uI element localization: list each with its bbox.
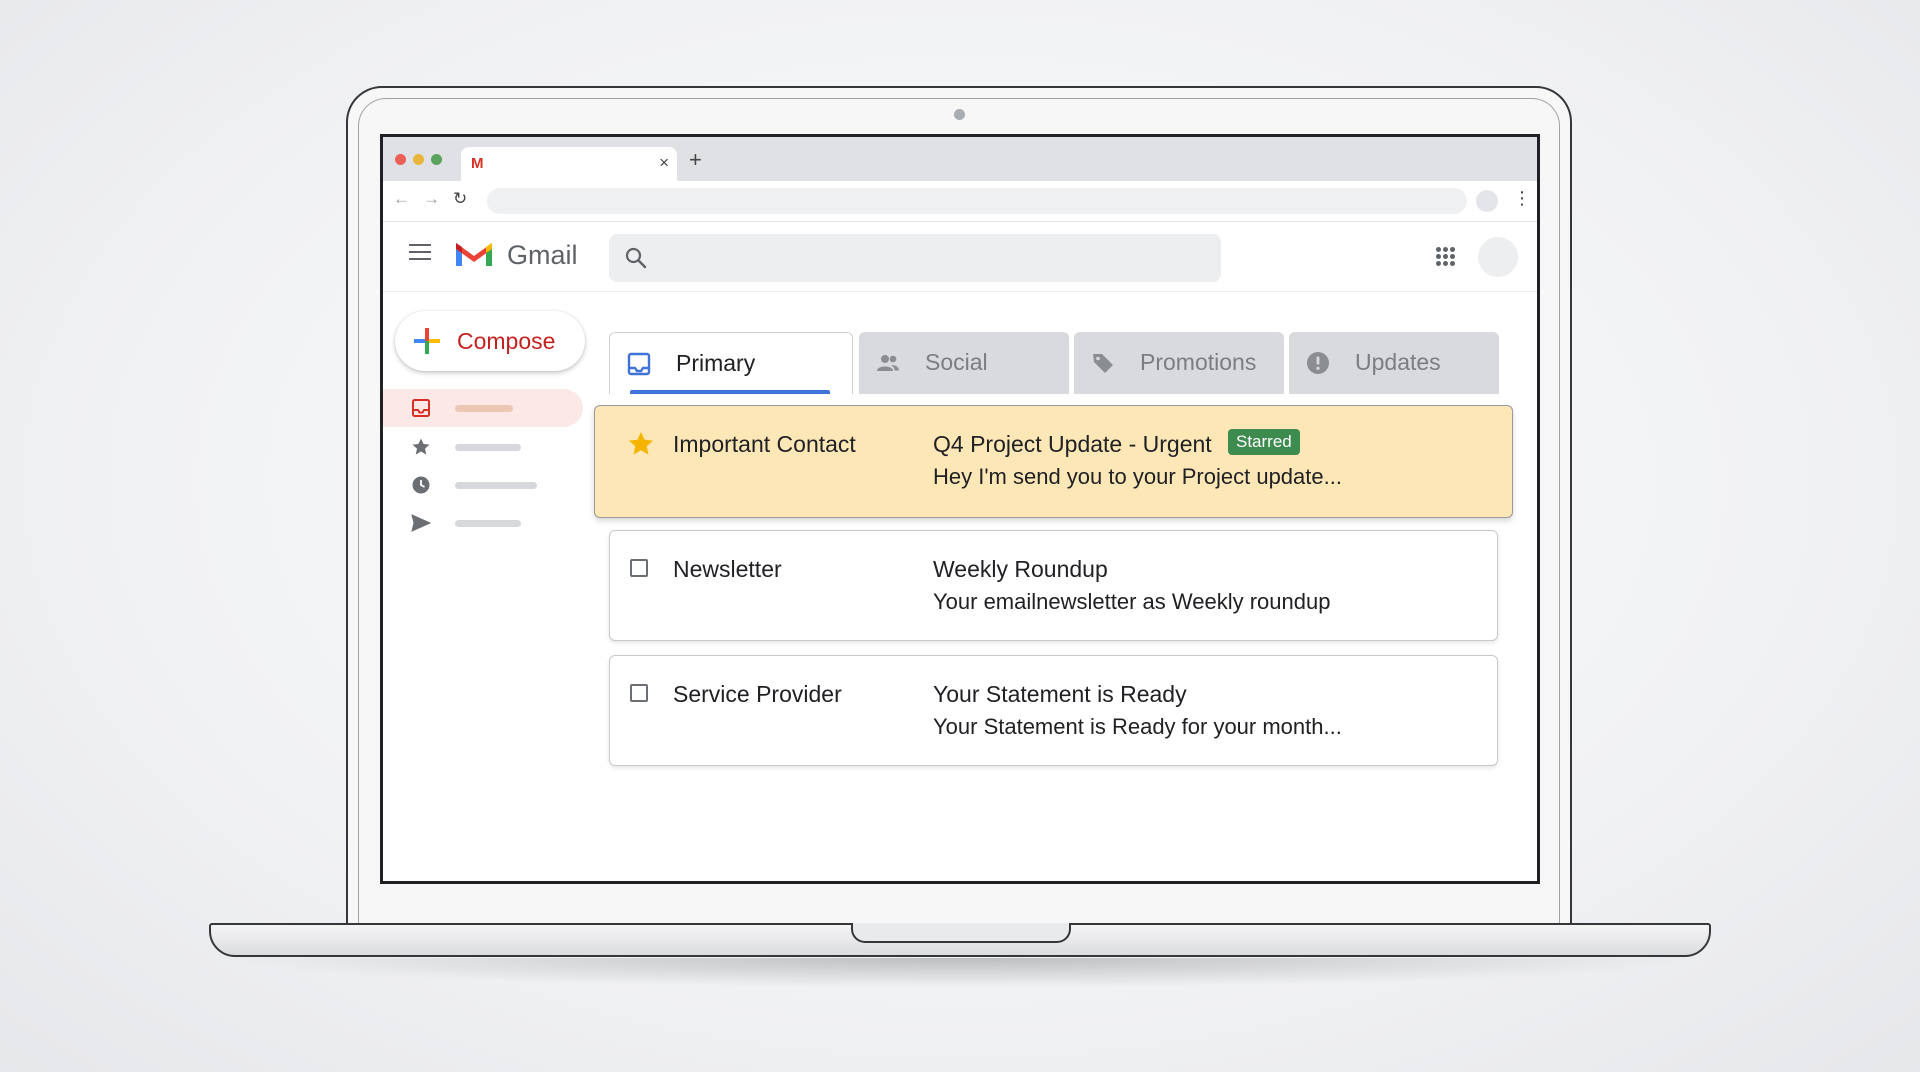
main-menu-icon[interactable] [409,244,431,262]
forward-arrow-icon[interactable]: → [423,189,440,209]
sidebar-item-inbox[interactable] [383,389,583,427]
star-icon[interactable] [627,430,655,458]
laptop-shadow [220,958,1700,988]
inbox-icon [412,399,430,417]
gmail-favicon-icon: M [471,155,484,172]
compose-label: Compose [457,328,556,354]
browser-tab[interactable]: M × [461,147,677,181]
select-checkbox[interactable] [630,684,648,702]
tab-promotions[interactable]: Promotions [1074,332,1284,394]
send-icon [411,514,431,532]
gmail-wordmark: Gmail [507,240,578,270]
sidebar-label-placeholder [455,482,537,489]
info-icon [1307,352,1329,374]
email-subject: Q4 Project Update - Urgent [933,431,1212,457]
tab-updates[interactable]: Updates [1289,332,1499,394]
starred-badge: Starred [1228,429,1300,455]
email-snippet: Your Statement is Ready for your month..… [933,714,1342,739]
sidebar-item-snoozed[interactable] [383,466,583,504]
email-sender: Important Contact [673,431,856,457]
active-tab-indicator [630,390,830,394]
email-row[interactable]: Newsletter Weekly Roundup Your emailnews… [609,530,1498,641]
tag-icon [1093,354,1113,373]
email-sender: Newsletter [673,556,782,582]
tab-primary[interactable]: Primary [609,332,853,394]
new-tab-icon[interactable]: + [689,147,702,173]
browser-menu-icon[interactable]: ⋮ [1513,188,1531,209]
laptop-screen: M × + ← → ↻ ⋮ Gmail Compose Primary Soci… [380,134,1540,884]
window-maximize-dot[interactable] [431,154,442,165]
select-checkbox[interactable] [630,559,648,577]
inbox-icon [627,352,651,376]
webcam [954,109,965,120]
laptop-notch [851,923,1071,943]
gmail-logo-icon [456,243,492,266]
email-sender: Service Provider [673,681,842,707]
email-subject: Weekly Roundup [933,556,1108,582]
email-snippet: Your emailnewsletter as Weekly roundup [933,589,1331,614]
email-subject: Your Statement is Ready [933,681,1187,707]
window-close-dot[interactable] [395,154,406,165]
gmail-header: Gmail [383,222,1537,292]
tab-social-label: Social [925,349,988,375]
apps-grid-icon[interactable] [1436,247,1456,267]
email-snippet: Hey I'm send you to your Project update.… [933,464,1342,489]
mail-search-bar[interactable] [609,234,1221,282]
tab-primary-label: Primary [676,350,756,376]
laptop-base [209,923,1711,957]
plus-icon [414,328,440,354]
sidebar-item-sent[interactable] [383,504,583,542]
browser-toolbar: ← → ↻ ⋮ [383,181,1537,222]
browser-profile-icon[interactable] [1476,190,1498,212]
email-row-starred[interactable]: Important Contact Q4 Project Update - Ur… [594,405,1513,518]
tab-close-icon[interactable]: × [659,153,669,173]
compose-button[interactable]: Compose [395,311,585,371]
tab-updates-label: Updates [1355,349,1441,375]
browser-tab-strip: M × + [383,137,1537,181]
email-row[interactable]: Service Provider Your Statement is Ready… [609,655,1498,766]
star-icon [412,438,430,455]
sidebar-label-placeholder [455,444,521,451]
tab-promotions-label: Promotions [1140,349,1257,375]
back-arrow-icon[interactable]: ← [393,189,410,209]
sidebar-item-starred[interactable] [383,428,583,466]
account-avatar[interactable] [1478,237,1518,277]
sidebar-label-placeholder [455,520,521,527]
search-icon[interactable] [623,245,649,271]
address-bar[interactable] [487,188,1467,214]
reload-icon[interactable]: ↻ [453,189,467,209]
tab-social[interactable]: Social [859,332,1069,394]
sidebar-label-placeholder [455,405,513,412]
window-minimize-dot[interactable] [413,154,424,165]
people-icon [877,355,899,371]
clock-icon [412,476,430,494]
